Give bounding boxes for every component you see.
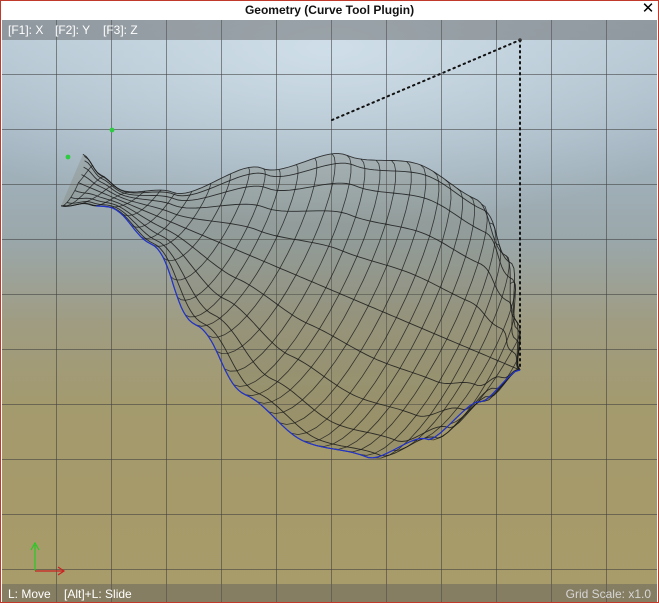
guide-line: [331, 39, 521, 121]
slide-hint: [Alt]+L: Slide: [64, 587, 132, 601]
control-point[interactable]: [65, 154, 71, 160]
move-hint: L: Move: [8, 587, 51, 601]
grid-scale-readout: Grid Scale: x1.0: [565, 587, 651, 601]
window-title: Geometry (Curve Tool Plugin): [244, 3, 415, 17]
axis-y-key[interactable]: [F2]: Y: [55, 23, 90, 37]
title-bar: Geometry (Curve Tool Plugin) ✕: [1, 1, 658, 19]
axis-toolbar: [F1]: X [F2]: Y [F3]: Z: [2, 20, 657, 40]
control-point[interactable]: [109, 127, 115, 133]
plugin-window: Geometry (Curve Tool Plugin) ✕ [F1]: X […: [0, 0, 659, 603]
close-icon[interactable]: ✕: [640, 1, 656, 17]
lathe-mesh[interactable]: [2, 20, 657, 602]
geometry-viewport[interactable]: [F1]: X [F2]: Y [F3]: Z L: Move [Alt]+L:…: [2, 20, 657, 602]
axis-x-key[interactable]: [F1]: X: [8, 23, 43, 37]
axis-z-key[interactable]: [F3]: Z: [103, 23, 138, 37]
mesh-wireframe: [61, 153, 521, 459]
axis-gizmo-icon: [30, 541, 66, 576]
status-bar: L: Move [Alt]+L: Slide Grid Scale: x1.0: [2, 584, 657, 602]
